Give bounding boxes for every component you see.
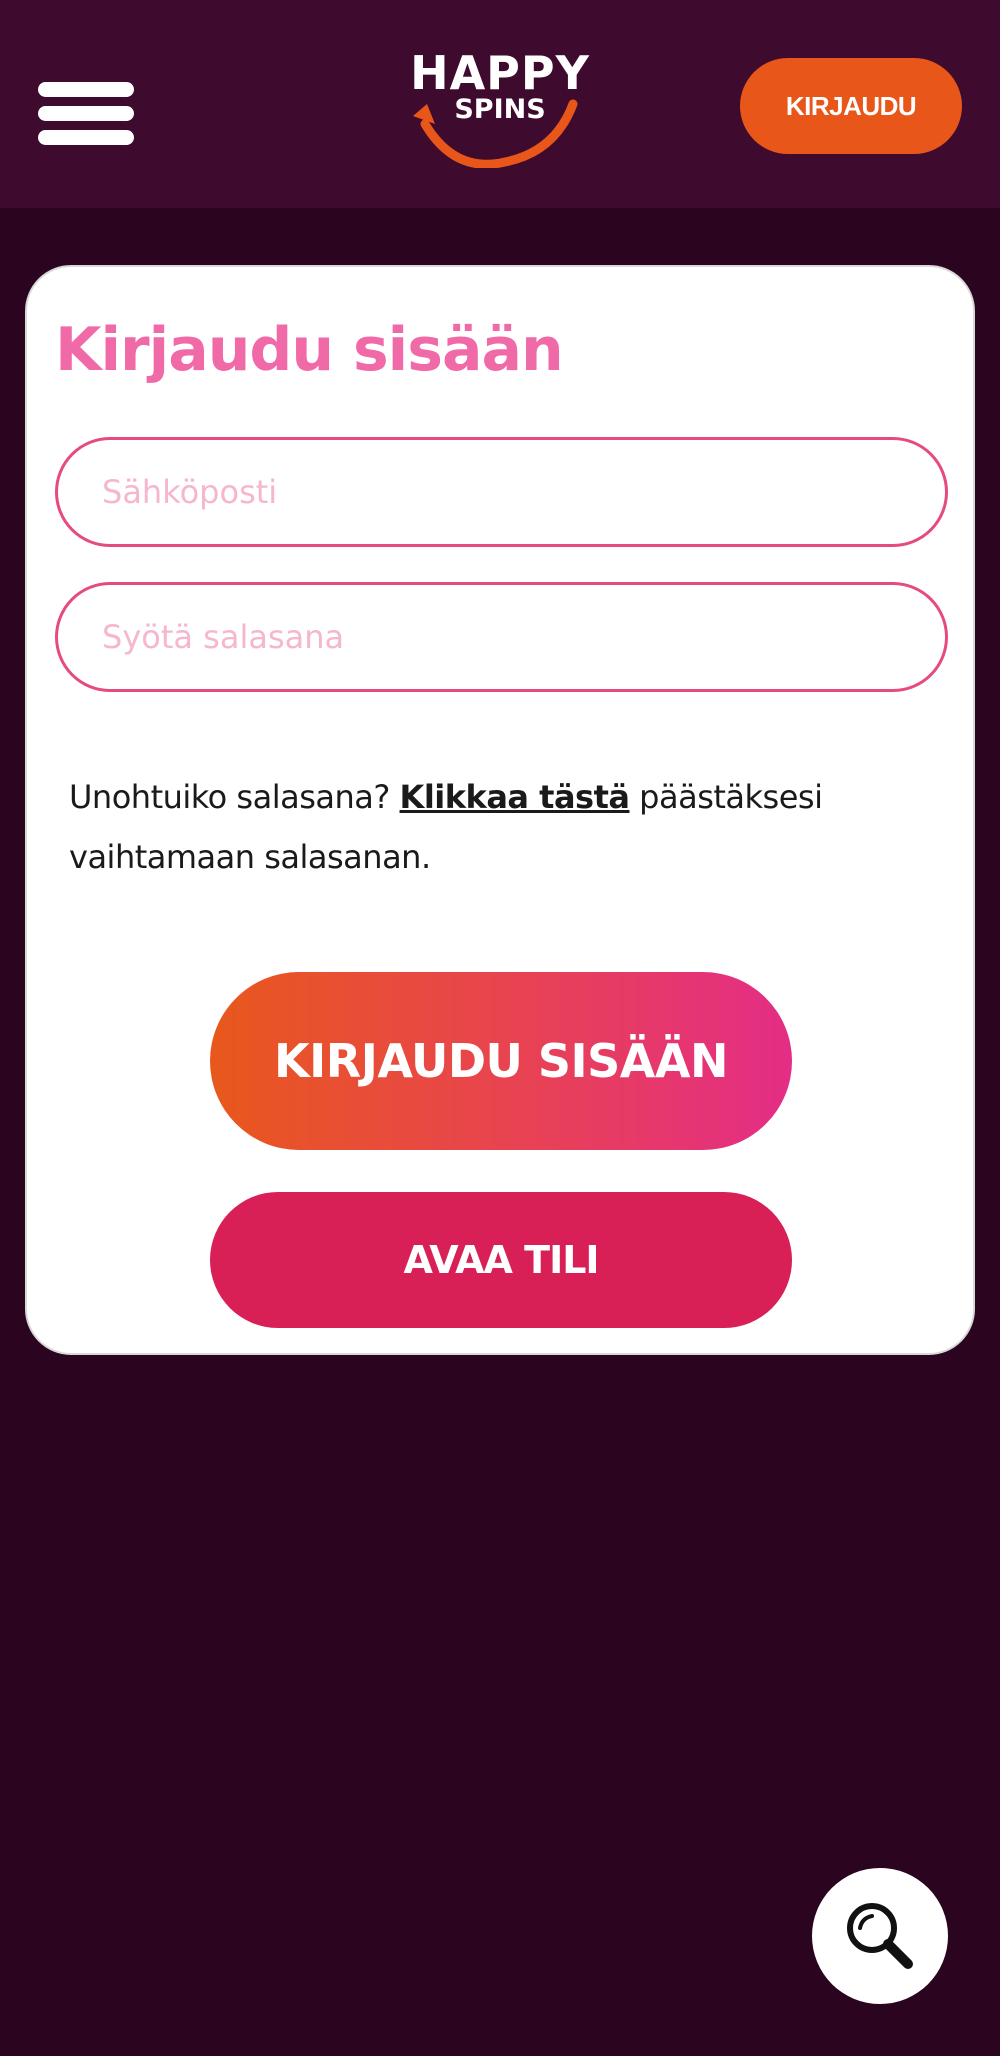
header-login-button[interactable]: KIRJAUDU [740,58,962,154]
login-submit-button[interactable]: KIRJAUDU SISÄÄN [210,972,792,1150]
forgot-prefix: Unohtuiko salasana? [69,778,400,816]
password-input[interactable] [58,585,945,689]
open-account-button[interactable]: AVAA TILI [210,1192,792,1328]
happy-spins-logo[interactable]: HAPPY SPINS [405,44,595,168]
password-field [55,582,948,692]
logo-arrow-icon [413,99,578,168]
email-field [55,437,948,547]
email-input[interactable] [58,440,945,544]
search-icon [847,1903,913,1969]
menu-bar [38,106,134,121]
menu-bar [38,82,134,97]
page: HAPPY SPINS KIRJAUDU Kirjaudu sisään Uno… [0,0,1000,2056]
hamburger-menu-icon[interactable] [38,82,134,145]
forgot-password-link[interactable]: Klikkaa tästä [400,778,630,816]
login-title: Kirjaudu sisään [55,315,564,385]
search-fab-button[interactable] [812,1868,948,2004]
top-header: HAPPY SPINS KIRJAUDU [0,0,1000,208]
login-card: Kirjaudu sisään Unohtuiko salasana? Klik… [25,265,975,1355]
forgot-password-text: Unohtuiko salasana? Klikkaa tästä päästä… [69,767,889,887]
menu-bar [38,130,134,145]
